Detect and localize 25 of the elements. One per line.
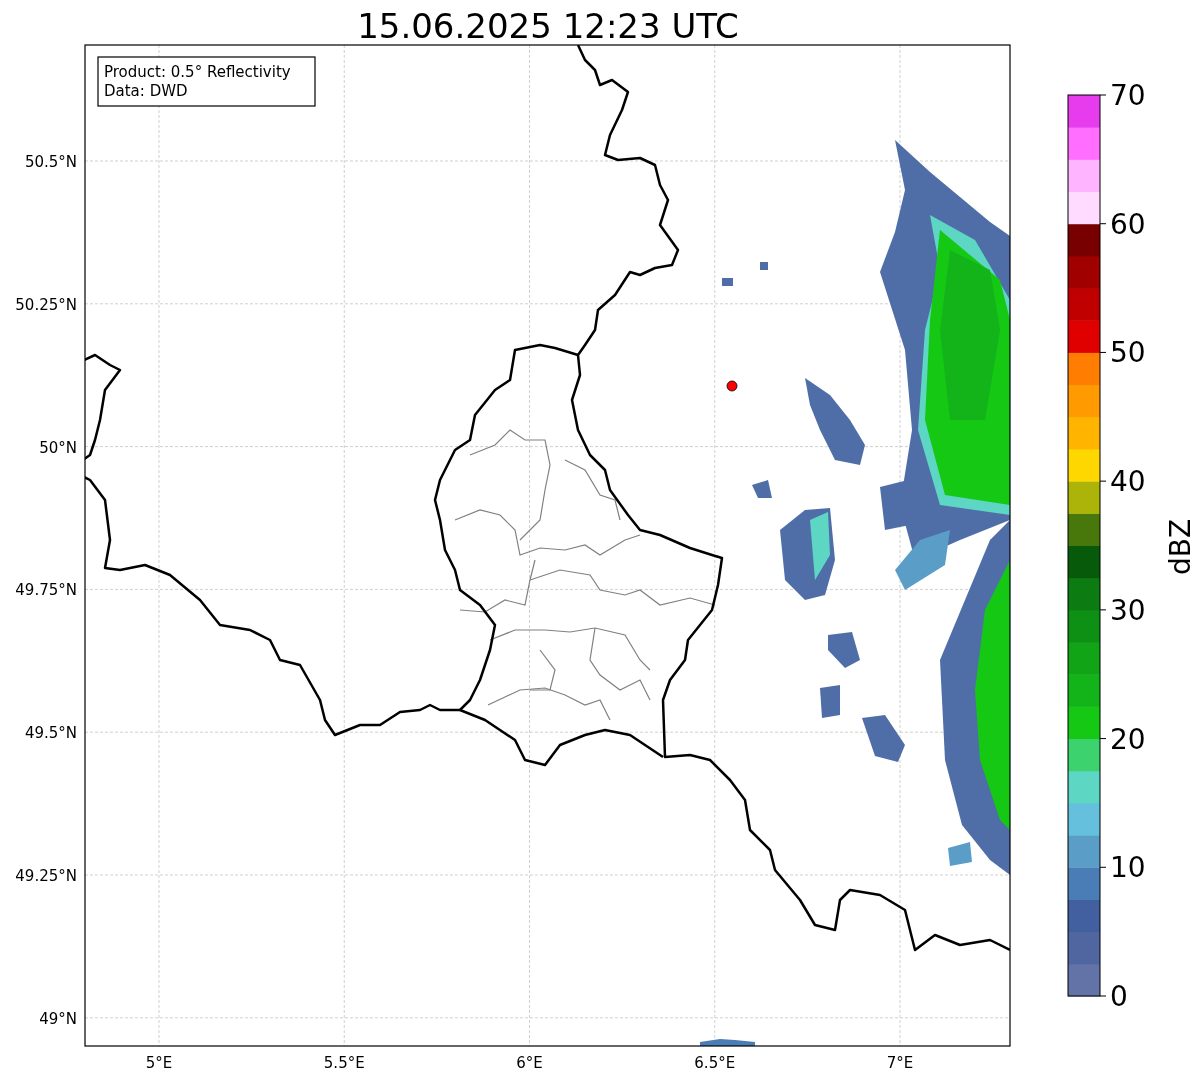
latitude-label: 49.25°N	[15, 867, 77, 885]
chart-title: 15.06.2025 12:23 UTC	[357, 6, 739, 46]
latitude-label: 49.5°N	[24, 724, 77, 743]
radar-site-marker	[726, 380, 738, 392]
longitude-label: 5.5°E	[323, 1054, 365, 1072]
colorbar-tick-label: 0	[1110, 980, 1128, 1013]
longitude-label: 6.5°E	[694, 1054, 736, 1072]
colorbar-tick-label: 60	[1110, 207, 1146, 241]
colorbar-tick-label: 40	[1110, 465, 1146, 499]
colorbar-tick-label: 10	[1110, 851, 1146, 885]
longitude-label: 5°E	[145, 1054, 173, 1072]
longitude-label: 7°E	[886, 1054, 914, 1072]
colorbar-label: dBZ	[1164, 518, 1197, 576]
latitude-label: 50.5°N	[24, 153, 77, 171]
colorbar-tick-label: 20	[1110, 722, 1146, 756]
latitude-label: 49.75°N	[15, 581, 77, 600]
latitude-label: 49°N	[39, 1009, 77, 1028]
longitude-label: 6°E	[516, 1054, 543, 1072]
latitude-label: 50.25°N	[15, 295, 77, 314]
info-text: Data: DWD	[104, 82, 188, 100]
latitude-label: 50°N	[39, 438, 77, 457]
colorbar-tick-label: 70	[1110, 79, 1146, 112]
info-text: Product: 0.5° Reflectivity	[104, 63, 291, 81]
colorbar-tick-label: 50	[1110, 336, 1146, 370]
colorbar-tick-label: 30	[1110, 593, 1146, 627]
